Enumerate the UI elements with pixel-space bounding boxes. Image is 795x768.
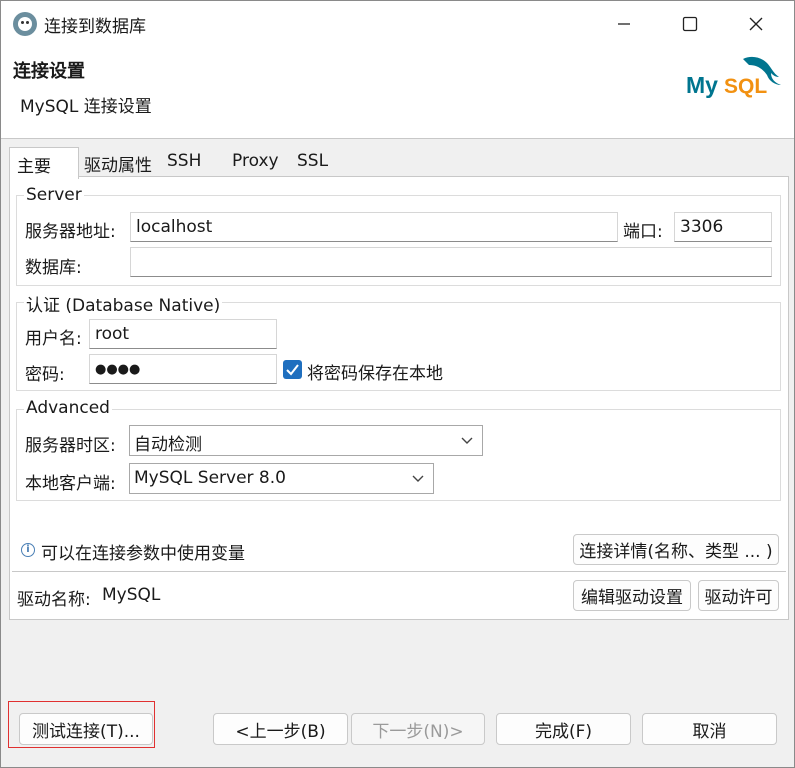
close-button[interactable] <box>723 1 789 47</box>
divider <box>12 571 786 572</box>
client-select[interactable]: MySQL Server 8.0 <box>129 463 434 494</box>
dbeaver-app-icon <box>13 12 37 36</box>
tab-label: Proxy <box>232 151 279 171</box>
info-icon: i <box>21 543 35 557</box>
variables-hint: 可以在连接参数中使用变量 <box>41 544 245 564</box>
advanced-group-label: Advanced <box>24 398 112 418</box>
edit-driver-button[interactable]: 编辑驱动设置 <box>573 580 691 611</box>
timezone-select[interactable]: 自动检测 <box>129 425 483 456</box>
page-subtitle: MySQL 连接设置 <box>20 97 152 117</box>
connection-details-button[interactable]: 连接详情(名称、类型 ... ) <box>573 534 779 565</box>
maximize-icon <box>682 16 698 32</box>
dialog-header: 连接设置 MySQL 连接设置 My SQL <box>1 47 794 139</box>
tab-label: 主要 <box>17 157 51 177</box>
maximize-button[interactable] <box>657 1 723 47</box>
client-label: 本地客户端: <box>25 474 116 494</box>
svg-text:SQL: SQL <box>724 75 767 98</box>
back-button[interactable]: <上一步(B) <box>213 713 348 745</box>
tab-proxy[interactable]: Proxy <box>225 147 291 177</box>
finish-button[interactable]: 完成(F) <box>496 713 631 745</box>
chevron-down-icon <box>461 437 473 444</box>
chevron-down-icon <box>412 475 424 482</box>
cancel-button[interactable]: 取消 <box>642 713 777 745</box>
auth-group-label: 认证 (Database Native) <box>24 291 223 316</box>
tab-ssl[interactable]: SSL <box>290 147 356 177</box>
host-input[interactable]: localhost <box>130 212 618 242</box>
port-label: 端口: <box>623 222 663 242</box>
page-title: 连接设置 <box>13 61 85 82</box>
svg-text:My: My <box>686 72 718 98</box>
minimize-icon <box>618 23 630 25</box>
database-input[interactable] <box>130 247 772 277</box>
server-group-label: Server <box>24 185 84 205</box>
window-title: 连接到数据库 <box>44 17 146 37</box>
tab-label: SSL <box>297 151 329 171</box>
minimize-button[interactable] <box>591 1 657 47</box>
database-label: 数据库: <box>25 258 82 278</box>
tab-label: 驱动属性 <box>84 156 152 176</box>
username-label: 用户名: <box>25 329 82 349</box>
save-password-label: 将密码保存在本地 <box>307 364 443 384</box>
save-password-checkbox[interactable] <box>283 360 302 379</box>
title-bar: 连接到数据库 <box>1 1 794 47</box>
connection-dialog: 连接到数据库 连接设置 MySQL 连接设置 My SQL 主要 驱动属性 SS… <box>0 0 795 768</box>
host-label: 服务器地址: <box>25 222 116 242</box>
tab-main[interactable]: 主要 <box>9 147 79 179</box>
driver-name-label: 驱动名称: <box>17 590 91 610</box>
timezone-label: 服务器时区: <box>25 436 116 456</box>
password-label: 密码: <box>25 365 65 385</box>
tab-ssh[interactable]: SSH <box>160 147 226 177</box>
port-input[interactable]: 3306 <box>674 212 772 242</box>
password-input[interactable]: ●●●● <box>89 354 277 384</box>
username-input[interactable]: root <box>89 319 277 349</box>
tab-label: SSH <box>167 151 202 171</box>
client-value: MySQL Server 8.0 <box>134 468 286 488</box>
close-icon <box>749 17 763 31</box>
next-button[interactable]: 下一步(N)> <box>351 713 485 745</box>
main-tab-panel: Server 服务器地址: localhost 端口: 3306 数据库: 认证… <box>9 176 789 620</box>
driver-license-button[interactable]: 驱动许可 <box>698 580 779 611</box>
timezone-value: 自动检测 <box>134 435 202 455</box>
driver-name-value: MySQL <box>102 585 161 605</box>
mysql-logo: My SQL <box>686 56 781 98</box>
checkmark-icon <box>286 364 299 376</box>
test-connection-button[interactable]: 测试连接(T)... <box>19 713 153 745</box>
tab-driver-properties[interactable]: 驱动属性 <box>77 147 161 177</box>
